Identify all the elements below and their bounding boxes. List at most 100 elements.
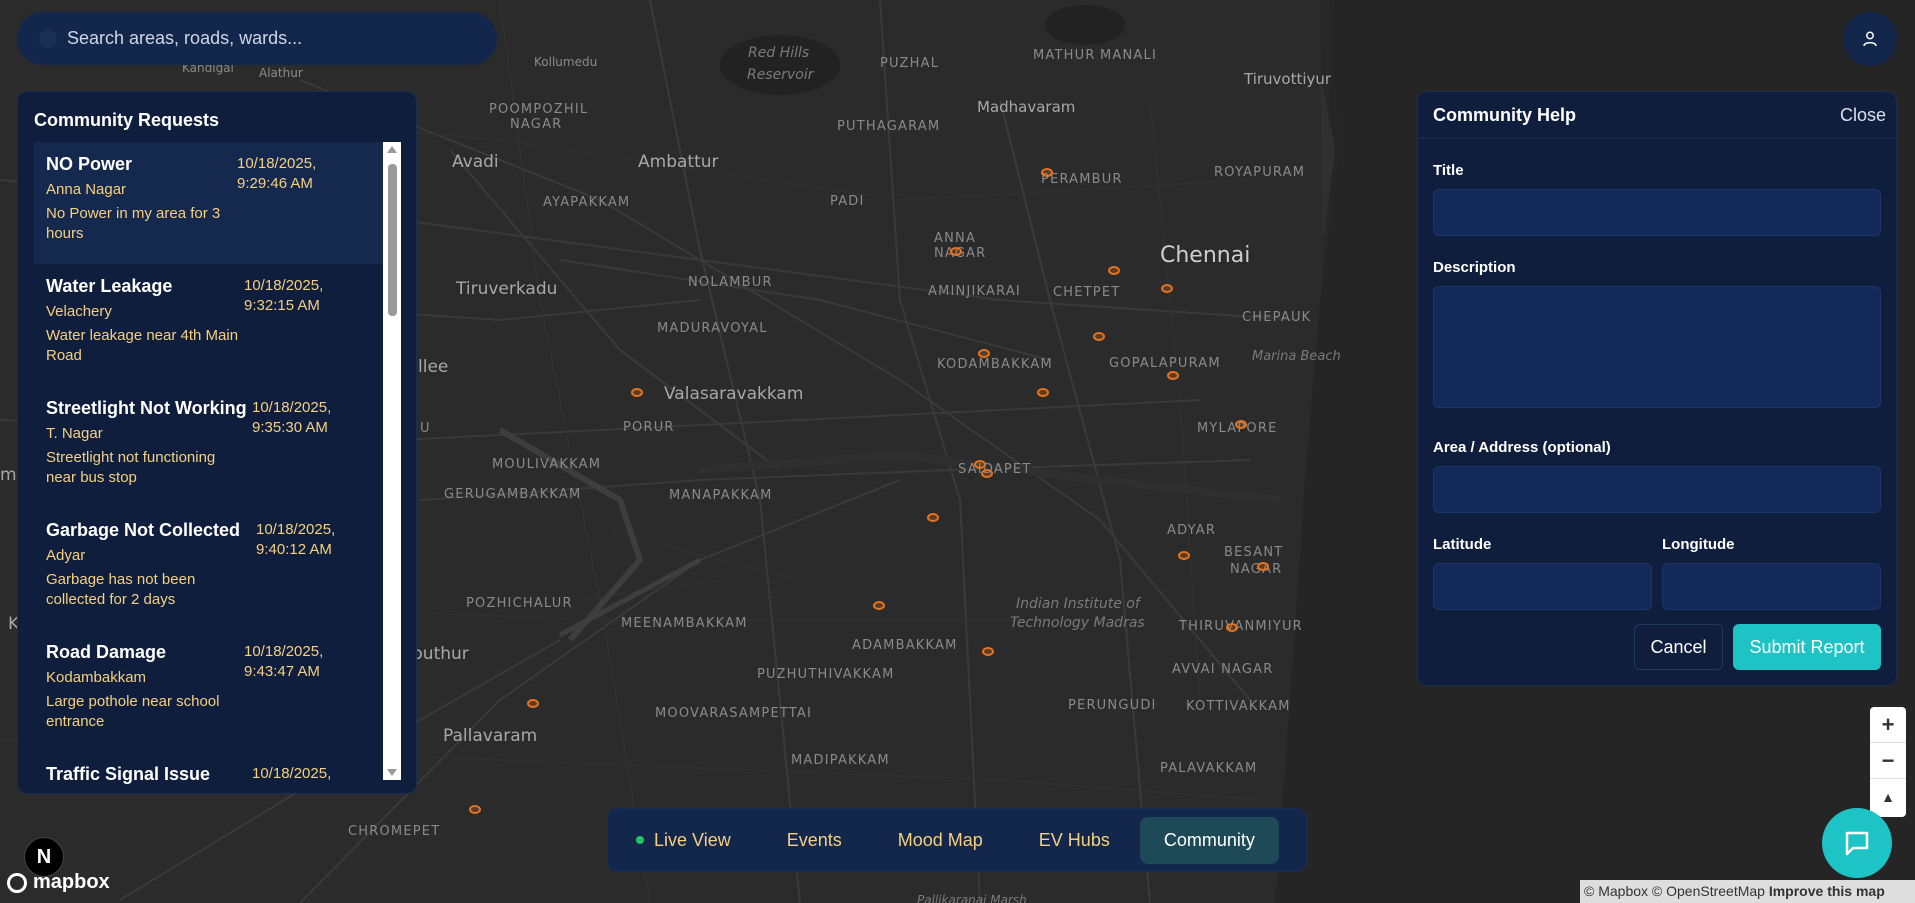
tab-community[interactable]: Community [1139, 816, 1279, 864]
list-item[interactable]: Traffic Signal Issue 10/18/2025, [34, 752, 398, 792]
map-label-palavakkam: PALAVAKKAM [1160, 761, 1258, 776]
map-label-reservoir: Reservoir [747, 67, 814, 83]
tab-label: Live View [654, 829, 731, 850]
map-label-tiruverkadu: Tiruverkadu [456, 279, 558, 299]
compass-button[interactable]: ▲ [1870, 779, 1906, 815]
map-label-poompozhil: POOMPOZHIL [489, 102, 589, 117]
map-label-puthur: puthur [412, 644, 469, 664]
map-marker[interactable] [469, 805, 481, 814]
live-status-dot [636, 836, 644, 844]
longitude-input[interactable] [1662, 563, 1881, 610]
requests-list[interactable]: NO Power Anna Nagar No Power in my area … [34, 142, 398, 792]
map-label-gerugambakkam: GERUGAMBAKKAM [444, 487, 582, 502]
map-label-meenambakkam: MEENAMBAKKAM [621, 616, 748, 631]
map-marker[interactable] [1257, 562, 1269, 571]
description-textarea[interactable] [1433, 286, 1881, 408]
map-label-besant-nagar: NAGAR [1230, 562, 1283, 577]
map-label-kottivakkam: KOTTIVAKKAM [1186, 699, 1291, 714]
request-description: No Power in my area for 3 hours [46, 205, 221, 242]
list-item[interactable]: Streetlight Not Working T. Nagar Streetl… [34, 386, 398, 508]
panel-title: Community Requests [34, 110, 220, 130]
request-description: Water leakage near 4th Main Road [46, 327, 239, 364]
user-icon [1863, 31, 1877, 47]
scroll-down-icon[interactable] [387, 769, 397, 776]
map-marker[interactable] [1041, 168, 1053, 177]
map-label-pallavaram: Pallavaram [443, 726, 538, 746]
map-label-madhavaram: Madhavaram [977, 98, 1076, 116]
map-marker[interactable] [527, 699, 539, 708]
map-label-porur: PORUR [623, 420, 675, 435]
request-time: 10/18/2025, [252, 765, 332, 782]
map-label-kodambakkam: KODAMBAKKAM [937, 357, 1053, 372]
chat-button[interactable] [1822, 808, 1892, 878]
search-icon [39, 30, 57, 48]
scroll-up-icon[interactable] [387, 146, 397, 153]
mapbox-wordmark: mapbox [33, 871, 110, 893]
map-attribution: © Mapbox © OpenStreetMap Improve this ma… [1580, 880, 1915, 903]
map-label-gopalapuram: GOPALAPURAM [1109, 356, 1221, 371]
area-input[interactable] [1433, 466, 1881, 513]
map-label-perambur: PERAMBUR [1041, 172, 1123, 187]
map-marker[interactable] [974, 460, 986, 469]
map-label-iit-line2: Technology Madras [1010, 615, 1145, 631]
request-description: Streetlight not functioning near bus sto… [46, 449, 216, 486]
cancel-button[interactable]: Cancel [1634, 624, 1723, 670]
list-scrollbar[interactable] [383, 142, 401, 780]
close-button[interactable]: Close [1840, 105, 1886, 126]
map-label-moulivakkam: MOULIVAKKAM [492, 457, 602, 472]
latitude-label: Latitude [1433, 536, 1492, 553]
list-item[interactable]: Road Damage Kodambakkam Large pothole ne… [34, 630, 398, 752]
tab-mood-map[interactable]: Mood Map [898, 830, 983, 851]
map-marker[interactable] [1167, 371, 1179, 380]
latitude-input[interactable] [1433, 563, 1652, 610]
list-item[interactable]: Garbage Not Collected Adyar Garbage has … [34, 508, 398, 630]
map-label-valasaravakkam: Valasaravakkam [664, 384, 804, 404]
map-label-poompozhil-nagar: NAGAR [510, 117, 563, 132]
map-marker[interactable] [1108, 266, 1120, 275]
map-marker[interactable] [1178, 551, 1190, 560]
map-label-adyar: ADYAR [1167, 523, 1217, 538]
search-input[interactable] [67, 28, 467, 49]
user-profile-button[interactable] [1843, 12, 1897, 66]
map-marker[interactable] [978, 349, 990, 358]
map-marker[interactable] [927, 513, 939, 522]
map-label-mathur: MATHUR [1033, 48, 1096, 63]
map-marker[interactable] [1037, 388, 1049, 397]
map-marker[interactable] [982, 647, 994, 656]
map-zoom-controls: + − ▲ [1870, 707, 1906, 817]
map-marker[interactable] [981, 469, 993, 478]
map-label-iit-line1: Indian Institute of [1016, 596, 1140, 612]
map-marker[interactable] [631, 388, 643, 397]
list-item[interactable]: Water Leakage Velachery Water leakage ne… [34, 264, 398, 386]
attribution-text[interactable]: © Mapbox © OpenStreetMap [1584, 883, 1765, 899]
map-marker[interactable] [1235, 420, 1247, 429]
map-marker[interactable] [950, 247, 962, 256]
map-label-marina-beach: Marina Beach [1252, 349, 1341, 364]
zoom-out-button[interactable]: − [1870, 743, 1906, 779]
request-description: Garbage has not been collected for 2 day… [46, 571, 196, 608]
map-label-chepauk: CHEPAUK [1242, 310, 1312, 325]
request-time: 10/18/2025, 9:35:30 AM [252, 399, 332, 436]
map-label-moovarasampettai: MOOVARASAMPETTAI [655, 706, 813, 721]
tab-live-view[interactable]: Live View [636, 830, 731, 851]
list-item[interactable]: NO Power Anna Nagar No Power in my area … [34, 142, 398, 264]
submit-report-button[interactable]: Submit Report [1733, 624, 1881, 670]
title-input[interactable] [1433, 189, 1881, 236]
map-label-royapuram: ROYAPURAM [1214, 165, 1306, 180]
request-description: Large pothole near school entrance [46, 693, 220, 730]
map-label-avvai-nagar: AVVAI NAGAR [1172, 662, 1274, 677]
search-bar[interactable] [17, 12, 497, 65]
zoom-in-button[interactable]: + [1870, 707, 1906, 743]
scrollbar-thumb[interactable] [388, 164, 397, 316]
tab-events[interactable]: Events [787, 830, 842, 851]
tab-ev-hubs[interactable]: EV Hubs [1039, 830, 1110, 851]
map-label-anna: ANNA [934, 231, 977, 246]
map-marker[interactable] [1226, 623, 1238, 632]
map-label-thiruvanmiyur: THIRUVANMIYUR [1179, 619, 1303, 634]
map-marker[interactable] [873, 601, 885, 610]
map-marker[interactable] [1161, 284, 1173, 293]
map-marker[interactable] [1093, 332, 1105, 341]
request-time: 10/18/2025, 9:43:47 AM [244, 643, 324, 680]
improve-map-link[interactable]: Improve this map [1769, 883, 1885, 899]
map-label-puzhal: PUZHAL [880, 56, 940, 71]
